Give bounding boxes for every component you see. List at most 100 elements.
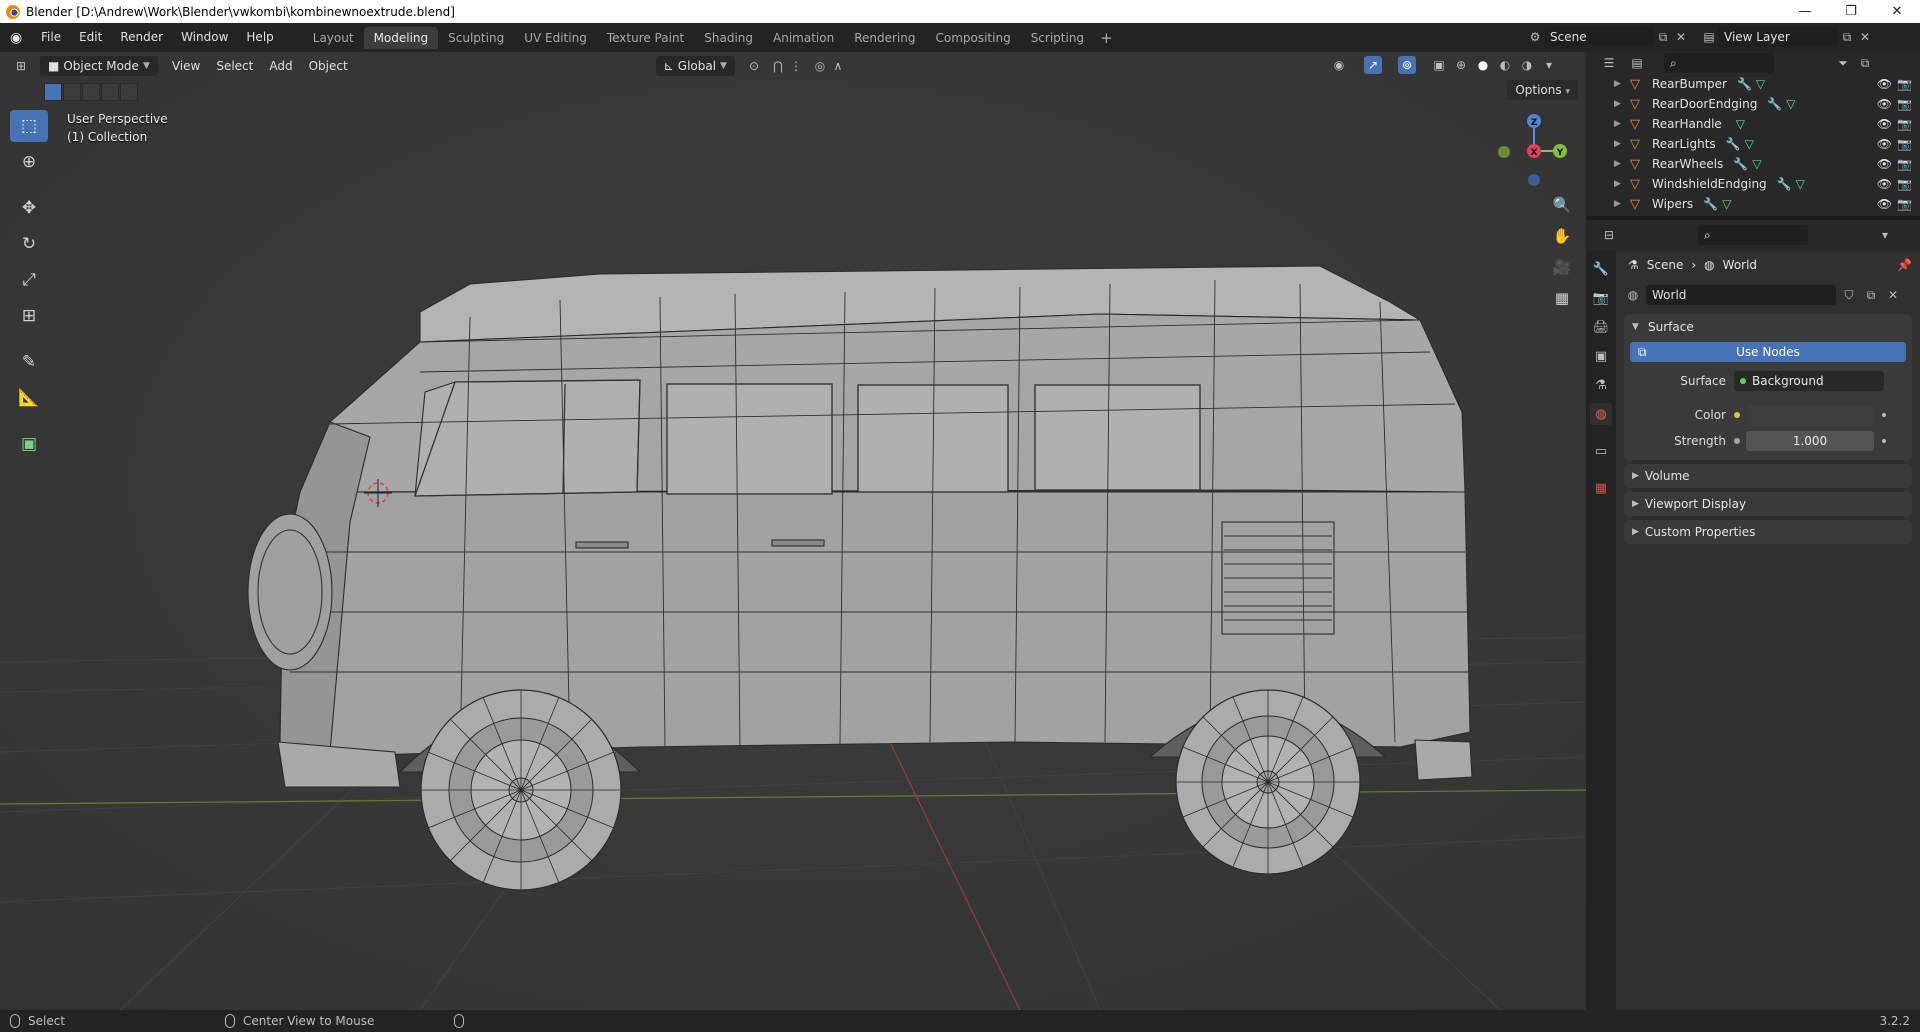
tab-shading[interactable]: Shading bbox=[694, 27, 763, 49]
options-dropdown[interactable]: Options ▾ bbox=[1507, 80, 1578, 100]
outliner-editor-icon[interactable]: ☰ bbox=[1600, 54, 1618, 72]
outliner[interactable]: ☰ ▤ ⌕ ⏷ ⧉ ▶ ▽ RearBumper 🔧 ▽ 👁 📷 ▶ ▽ Rea… bbox=[1586, 52, 1920, 216]
select-subtract-icon[interactable] bbox=[82, 83, 100, 101]
world-name-field[interactable]: World bbox=[1646, 285, 1836, 305]
mesh-data-icon[interactable]: ▽ bbox=[1756, 77, 1765, 91]
eye-icon[interactable]: 👁 bbox=[1877, 157, 1892, 171]
modifier-wrench-icon[interactable]: 🔧 bbox=[1703, 197, 1718, 211]
expand-arrow-icon[interactable]: ▶ bbox=[1614, 139, 1630, 149]
custom-properties-panel[interactable]: ▶ Custom Properties bbox=[1624, 520, 1912, 544]
minimize-button[interactable]: — bbox=[1782, 0, 1828, 23]
properties-options-icon[interactable]: ▾ bbox=[1876, 226, 1894, 244]
tool-tab-icon[interactable]: 🔧 bbox=[1590, 258, 1612, 280]
scene-field[interactable]: Scene bbox=[1544, 27, 1654, 47]
outliner-row[interactable]: ▶ ▽ Wipers 🔧 ▽ 👁 📷 bbox=[1586, 194, 1920, 214]
color-swatch[interactable] bbox=[1746, 405, 1874, 425]
viewport-display-panel[interactable]: ▶ Viewport Display bbox=[1624, 492, 1912, 516]
keyframe-dot-icon[interactable] bbox=[1882, 413, 1886, 417]
add-workspace-button[interactable]: + bbox=[1094, 29, 1119, 47]
render-camera-icon[interactable]: 📷 bbox=[1897, 117, 1912, 131]
expand-arrow-icon[interactable]: ▶ bbox=[1614, 159, 1630, 169]
tab-layout[interactable]: Layout bbox=[303, 27, 364, 49]
tab-rendering[interactable]: Rendering bbox=[844, 27, 925, 49]
modifier-wrench-icon[interactable]: 🔧 bbox=[1726, 137, 1741, 151]
3d-viewport[interactable]: ⊞ ■ Object Mode ▼ View Select Add Object… bbox=[0, 52, 1586, 1010]
delete-view-layer-icon[interactable]: ✕ bbox=[1856, 28, 1874, 46]
view-layer-icon[interactable]: ▤ bbox=[1700, 28, 1718, 46]
strength-socket-dot[interactable] bbox=[1734, 438, 1740, 444]
falloff-icon[interactable]: ∧ bbox=[829, 57, 847, 75]
select-extend-icon[interactable] bbox=[63, 83, 81, 101]
expand-arrow-icon[interactable]: ▶ bbox=[1614, 79, 1630, 89]
keyframe-dot-icon[interactable] bbox=[1882, 439, 1886, 443]
modifier-wrench-icon[interactable]: 🔧 bbox=[1733, 157, 1748, 171]
scene-tab-icon[interactable]: ⚗ bbox=[1590, 374, 1612, 396]
select-new-icon[interactable] bbox=[44, 83, 62, 101]
outliner-row[interactable]: ▶ ▽ RearLights 🔧 ▽ 👁 📷 bbox=[1586, 134, 1920, 154]
measure-tool-icon[interactable]: 📐 bbox=[10, 382, 48, 414]
scale-tool-icon[interactable]: ⤢ bbox=[10, 264, 48, 296]
transform-orientation-dropdown[interactable]: ⊾ Global ▼ bbox=[655, 56, 735, 76]
strength-field[interactable]: 1.000 bbox=[1746, 431, 1874, 451]
properties-search-input[interactable]: ⌕ bbox=[1698, 225, 1808, 245]
tab-animation[interactable]: Animation bbox=[763, 27, 844, 49]
add-cube-tool-icon[interactable]: ▣ bbox=[10, 428, 48, 460]
pivot-point-icon[interactable]: ⊙ bbox=[745, 57, 763, 75]
editor-type-icon[interactable]: ⊞ bbox=[12, 57, 30, 75]
menu-window[interactable]: Window bbox=[172, 23, 237, 52]
eye-icon[interactable]: 👁 bbox=[1877, 117, 1892, 131]
select-box-tool-icon[interactable]: ⬚ bbox=[10, 110, 48, 142]
display-mode-icon[interactable]: ▤ bbox=[1628, 54, 1646, 72]
overlays-toggle-icon[interactable]: ⊚ bbox=[1398, 56, 1416, 74]
texture-tab-icon[interactable]: ▦ bbox=[1590, 477, 1612, 499]
mesh-data-icon[interactable]: ▽ bbox=[1796, 177, 1805, 191]
material-shading-icon[interactable]: ◐ bbox=[1496, 56, 1514, 74]
new-scene-icon[interactable]: ⧉ bbox=[1654, 28, 1672, 46]
eye-icon[interactable]: 👁 bbox=[1877, 77, 1892, 91]
world-browse-icon[interactable]: ◍ bbox=[1624, 286, 1642, 304]
perspective-toggle-icon[interactable]: ▦ bbox=[1548, 285, 1576, 311]
view-layer-field[interactable]: View Layer bbox=[1718, 27, 1838, 47]
duplicate-world-icon[interactable]: ⧉ bbox=[1862, 286, 1880, 304]
menu-edit[interactable]: Edit bbox=[70, 23, 111, 52]
proportional-edit-icon[interactable]: ◎ bbox=[811, 57, 829, 75]
world-tab-icon[interactable]: ◍ bbox=[1590, 403, 1612, 425]
solid-shading-icon[interactable]: ● bbox=[1474, 56, 1492, 74]
shading-options-icon[interactable]: ▾ bbox=[1540, 56, 1558, 74]
eye-icon[interactable]: 👁 bbox=[1877, 137, 1892, 151]
restore-button[interactable]: ❐ bbox=[1828, 0, 1874, 23]
menu-add[interactable]: Add bbox=[261, 59, 300, 73]
menu-select[interactable]: Select bbox=[208, 59, 261, 73]
render-camera-icon[interactable]: 📷 bbox=[1897, 157, 1912, 171]
expand-arrow-icon[interactable]: ▶ bbox=[1614, 119, 1630, 129]
color-socket-dot[interactable] bbox=[1734, 412, 1740, 418]
volume-panel[interactable]: ▶ Volume bbox=[1624, 464, 1912, 488]
render-camera-icon[interactable]: 📷 bbox=[1897, 197, 1912, 211]
gizmo-neg-z-axis[interactable] bbox=[1528, 174, 1540, 186]
modifier-wrench-icon[interactable]: 🔧 bbox=[1767, 97, 1782, 111]
tab-texture-paint[interactable]: Texture Paint bbox=[597, 27, 694, 49]
render-camera-icon[interactable]: 📷 bbox=[1897, 177, 1912, 191]
tab-compositing[interactable]: Compositing bbox=[925, 27, 1020, 49]
menu-render[interactable]: Render bbox=[111, 23, 172, 52]
rendered-shading-icon[interactable]: ◑ bbox=[1518, 56, 1536, 74]
delete-scene-icon[interactable]: ✕ bbox=[1672, 28, 1690, 46]
mode-dropdown[interactable]: ■ Object Mode ▼ bbox=[40, 56, 158, 76]
eye-icon[interactable]: 👁 bbox=[1877, 97, 1892, 111]
expand-arrow-icon[interactable]: ▶ bbox=[1614, 99, 1630, 109]
surface-shader-selector[interactable]: Background bbox=[1734, 371, 1884, 391]
wireframe-shading-icon[interactable]: ⊕ bbox=[1452, 56, 1470, 74]
eye-icon[interactable]: 👁 bbox=[1877, 197, 1892, 211]
render-camera-icon[interactable]: 📷 bbox=[1897, 137, 1912, 151]
menu-file[interactable]: File bbox=[32, 23, 70, 52]
tab-sculpting[interactable]: Sculpting bbox=[438, 27, 514, 49]
camera-view-icon[interactable]: 🎥 bbox=[1548, 254, 1576, 280]
mesh-data-icon[interactable]: ▽ bbox=[1745, 137, 1754, 151]
mesh-data-icon[interactable]: ▽ bbox=[1736, 117, 1745, 131]
modifier-wrench-icon[interactable]: 🔧 bbox=[1737, 77, 1752, 91]
visibility-icon[interactable]: ◉ bbox=[1330, 56, 1348, 74]
cursor-tool-icon[interactable]: ⊕ bbox=[10, 146, 48, 178]
transform-tool-icon[interactable]: ⊞ bbox=[10, 300, 48, 332]
outliner-search-input[interactable]: ⌕ bbox=[1664, 53, 1774, 73]
tab-uv-editing[interactable]: UV Editing bbox=[514, 27, 597, 49]
